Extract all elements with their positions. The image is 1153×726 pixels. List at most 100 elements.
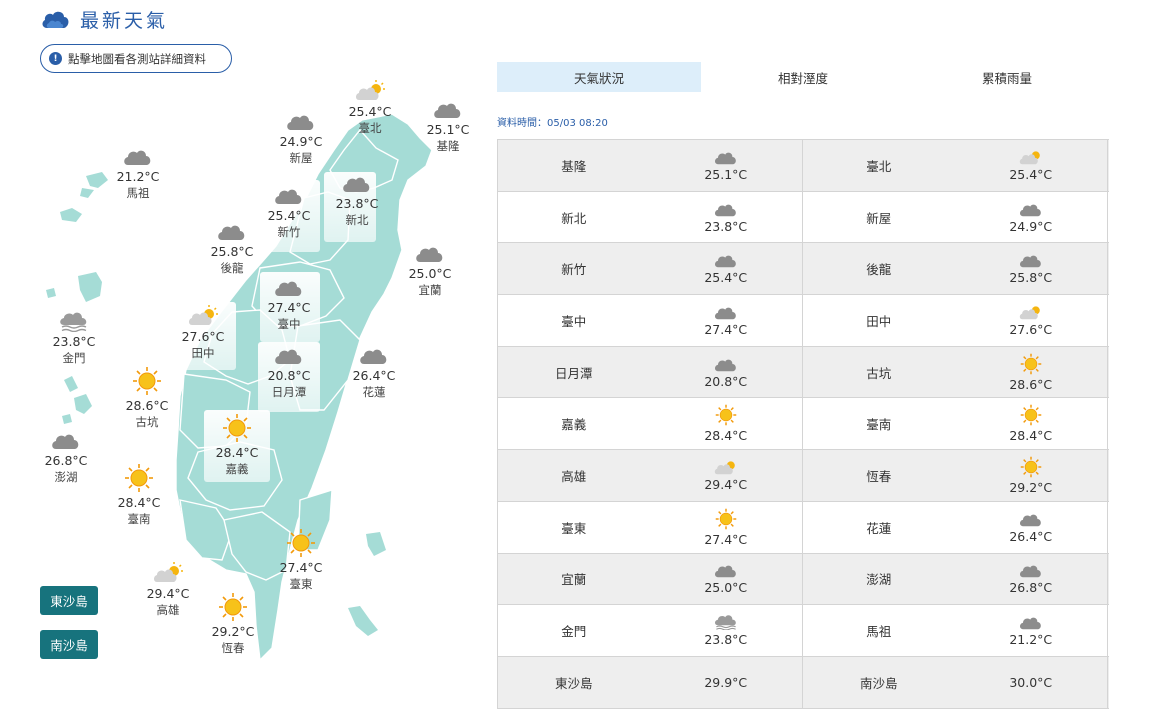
table-row: 臺中 27.4°C 田中 27.6°C bbox=[498, 295, 1109, 347]
dongsha-button[interactable]: 東沙島 bbox=[40, 586, 98, 615]
table-cell[interactable]: 花蓮 26.4°C bbox=[803, 501, 1108, 553]
station-name: 新屋 bbox=[866, 210, 892, 226]
table-cell[interactable]: 嘉義 28.4°C bbox=[498, 398, 803, 450]
sunny-icon bbox=[219, 593, 247, 621]
map-station-kinmen[interactable]: 23.8°C 金門 bbox=[39, 310, 109, 366]
station-temp: 25.1°C bbox=[704, 166, 748, 182]
table-row: 金門 23.8°C 馬祖 21.2°C bbox=[498, 605, 1109, 657]
cloudy-icon bbox=[714, 307, 736, 320]
partly-cloudy-icon bbox=[714, 461, 735, 475]
station-temp: 27.6°C bbox=[1009, 321, 1053, 337]
map-station-taichung[interactable]: 27.4°C 臺中 bbox=[254, 276, 324, 332]
map-station-houlong[interactable]: 25.8°C 後龍 bbox=[197, 220, 267, 276]
sunny-icon bbox=[1020, 353, 1042, 374]
table-cell[interactable]: 東沙島 29.9°C bbox=[498, 656, 803, 708]
station-name: 基隆 bbox=[436, 139, 460, 153]
map-station-hualien[interactable]: 26.4°C 花蓮 bbox=[339, 344, 409, 400]
station-name: 日月潭 bbox=[554, 365, 593, 381]
station-name: 馬祖 bbox=[126, 186, 150, 200]
map-station-chiayi[interactable]: 28.4°C 嘉義 bbox=[202, 413, 272, 477]
map-station-matsu[interactable]: 21.2°C 馬祖 bbox=[103, 145, 173, 201]
table-cell[interactable]: 澎湖 26.8°C bbox=[803, 553, 1108, 605]
cloudy-icon bbox=[1019, 514, 1041, 526]
map-station-newtaipei[interactable]: 23.8°C 新北 bbox=[322, 172, 392, 228]
table-cell[interactable]: 新北 23.8°C bbox=[498, 191, 803, 243]
info-icon: ! bbox=[49, 52, 62, 65]
page-title: 最新天氣 bbox=[80, 9, 169, 32]
table-cell[interactable]: 恆春 29.2°C bbox=[803, 450, 1108, 501]
station-name: 新北 bbox=[561, 210, 587, 226]
station-temp: 25.8°C bbox=[1009, 270, 1053, 286]
sunny-icon bbox=[715, 405, 737, 426]
cloudy-icon bbox=[1019, 566, 1041, 578]
table-cell[interactable]: 馬祖 21.2°C bbox=[803, 605, 1108, 656]
tab-weather[interactable]: 天氣狀況 bbox=[497, 62, 701, 92]
station-name: 古坑 bbox=[866, 365, 892, 381]
station-name: 澎湖 bbox=[866, 572, 892, 588]
table-cell[interactable]: 新屋 24.9°C bbox=[803, 191, 1108, 243]
map-station-keelung[interactable]: 25.1°C 基隆 bbox=[413, 98, 483, 154]
station-name: 新北 bbox=[345, 213, 369, 227]
cloudy-icon bbox=[360, 349, 387, 364]
station-name: 東沙島 bbox=[554, 675, 593, 691]
table-cell[interactable]: 金門 23.8°C bbox=[498, 605, 803, 656]
table-cell[interactable]: 基隆 25.1°C bbox=[498, 140, 803, 191]
table-row: 嘉義 28.4°C 臺南 28.4°C bbox=[498, 398, 1109, 451]
station-name: 古坑 bbox=[135, 415, 159, 429]
station-name: 後龍 bbox=[866, 262, 892, 278]
station-temp: 27.4°C bbox=[704, 321, 748, 337]
table-cell[interactable]: 臺北 25.4°C bbox=[803, 140, 1108, 191]
station-temp: 26.8°C bbox=[1009, 580, 1053, 596]
map-station-tainan[interactable]: 28.4°C 臺南 bbox=[104, 463, 174, 527]
station-temp: 30.0°C bbox=[1009, 674, 1053, 690]
station-name: 南沙島 bbox=[859, 675, 898, 691]
table-cell[interactable]: 南沙島 30.0°C bbox=[803, 656, 1108, 708]
station-name: 高雄 bbox=[561, 468, 587, 484]
table-cell[interactable]: 高雄 29.4°C bbox=[498, 450, 803, 501]
table-cell[interactable]: 後龍 25.8°C bbox=[803, 243, 1108, 295]
station-name: 田中 bbox=[866, 313, 892, 329]
map-station-kaohsiung[interactable]: 29.4°C 高雄 bbox=[133, 562, 203, 618]
station-temp: 27.6°C bbox=[181, 329, 225, 344]
station-temp: 29.2°C bbox=[211, 624, 255, 639]
map-station-xinwu[interactable]: 24.9°C 新屋 bbox=[266, 110, 336, 166]
table-cell[interactable]: 臺東 27.4°C bbox=[498, 501, 803, 553]
map-hint-button[interactable]: ! 點擊地圖看各測站詳細資料 bbox=[40, 44, 232, 73]
map-station-tianzhong[interactable]: 27.6°C 田中 bbox=[168, 305, 238, 361]
foggy-icon bbox=[714, 615, 736, 631]
station-temp: 29.9°C bbox=[704, 674, 748, 690]
table-cell[interactable]: 日月潭 20.8°C bbox=[498, 346, 803, 398]
tab-rainfall[interactable]: 累積雨量 bbox=[905, 62, 1109, 92]
table-cell[interactable]: 古坑 28.6°C bbox=[803, 346, 1108, 398]
station-name: 恆春 bbox=[221, 641, 245, 655]
cloudy-icon bbox=[714, 204, 736, 216]
station-temp: 24.9°C bbox=[1009, 218, 1053, 234]
tab-bar: 天氣狀況 相對溼度 累積雨量 bbox=[497, 62, 1109, 92]
table-cell[interactable]: 田中 27.6°C bbox=[803, 295, 1108, 346]
station-name: 花蓮 bbox=[866, 520, 892, 536]
tab-humidity[interactable]: 相對溼度 bbox=[701, 62, 905, 92]
table-row: 新北 23.8°C 新屋 24.9°C bbox=[498, 191, 1109, 244]
table-cell[interactable]: 臺中 27.4°C bbox=[498, 295, 803, 346]
data-timestamp: 資料時間：05/03 08:20 bbox=[497, 118, 608, 129]
station-name: 花蓮 bbox=[362, 385, 386, 399]
map-station-yilan[interactable]: 25.0°C 宜蘭 bbox=[395, 242, 465, 298]
nansha-button[interactable]: 南沙島 bbox=[40, 630, 98, 659]
map-station-sunmoonlake[interactable]: 20.8°C 日月潭 bbox=[254, 344, 324, 400]
station-temp: 27.4°C bbox=[267, 300, 311, 315]
map-station-taipei[interactable]: 25.4°C 臺北 bbox=[335, 80, 405, 136]
table-cell[interactable]: 新竹 25.4°C bbox=[498, 243, 803, 295]
map-station-taitung[interactable]: 27.4°C 臺東 bbox=[266, 528, 336, 592]
station-name: 臺東 bbox=[561, 520, 587, 536]
table-cell[interactable]: 臺南 28.4°C bbox=[803, 398, 1108, 450]
table-cell[interactable]: 宜蘭 25.0°C bbox=[498, 553, 803, 605]
station-temp: 25.4°C bbox=[704, 270, 748, 286]
sunny-icon bbox=[1020, 405, 1042, 426]
station-name: 澎湖 bbox=[54, 470, 78, 484]
map-station-gukeng[interactable]: 28.6°C 古坑 bbox=[112, 366, 182, 430]
station-temp: 28.4°C bbox=[1009, 428, 1053, 444]
table-row: 東沙島 29.9°C 南沙島 30.0°C bbox=[498, 656, 1109, 709]
station-temp: 24.9°C bbox=[279, 134, 323, 149]
map-station-hengchun[interactable]: 29.2°C 恆春 bbox=[198, 592, 268, 656]
map-station-penghu[interactable]: 26.8°C 澎湖 bbox=[31, 429, 101, 485]
